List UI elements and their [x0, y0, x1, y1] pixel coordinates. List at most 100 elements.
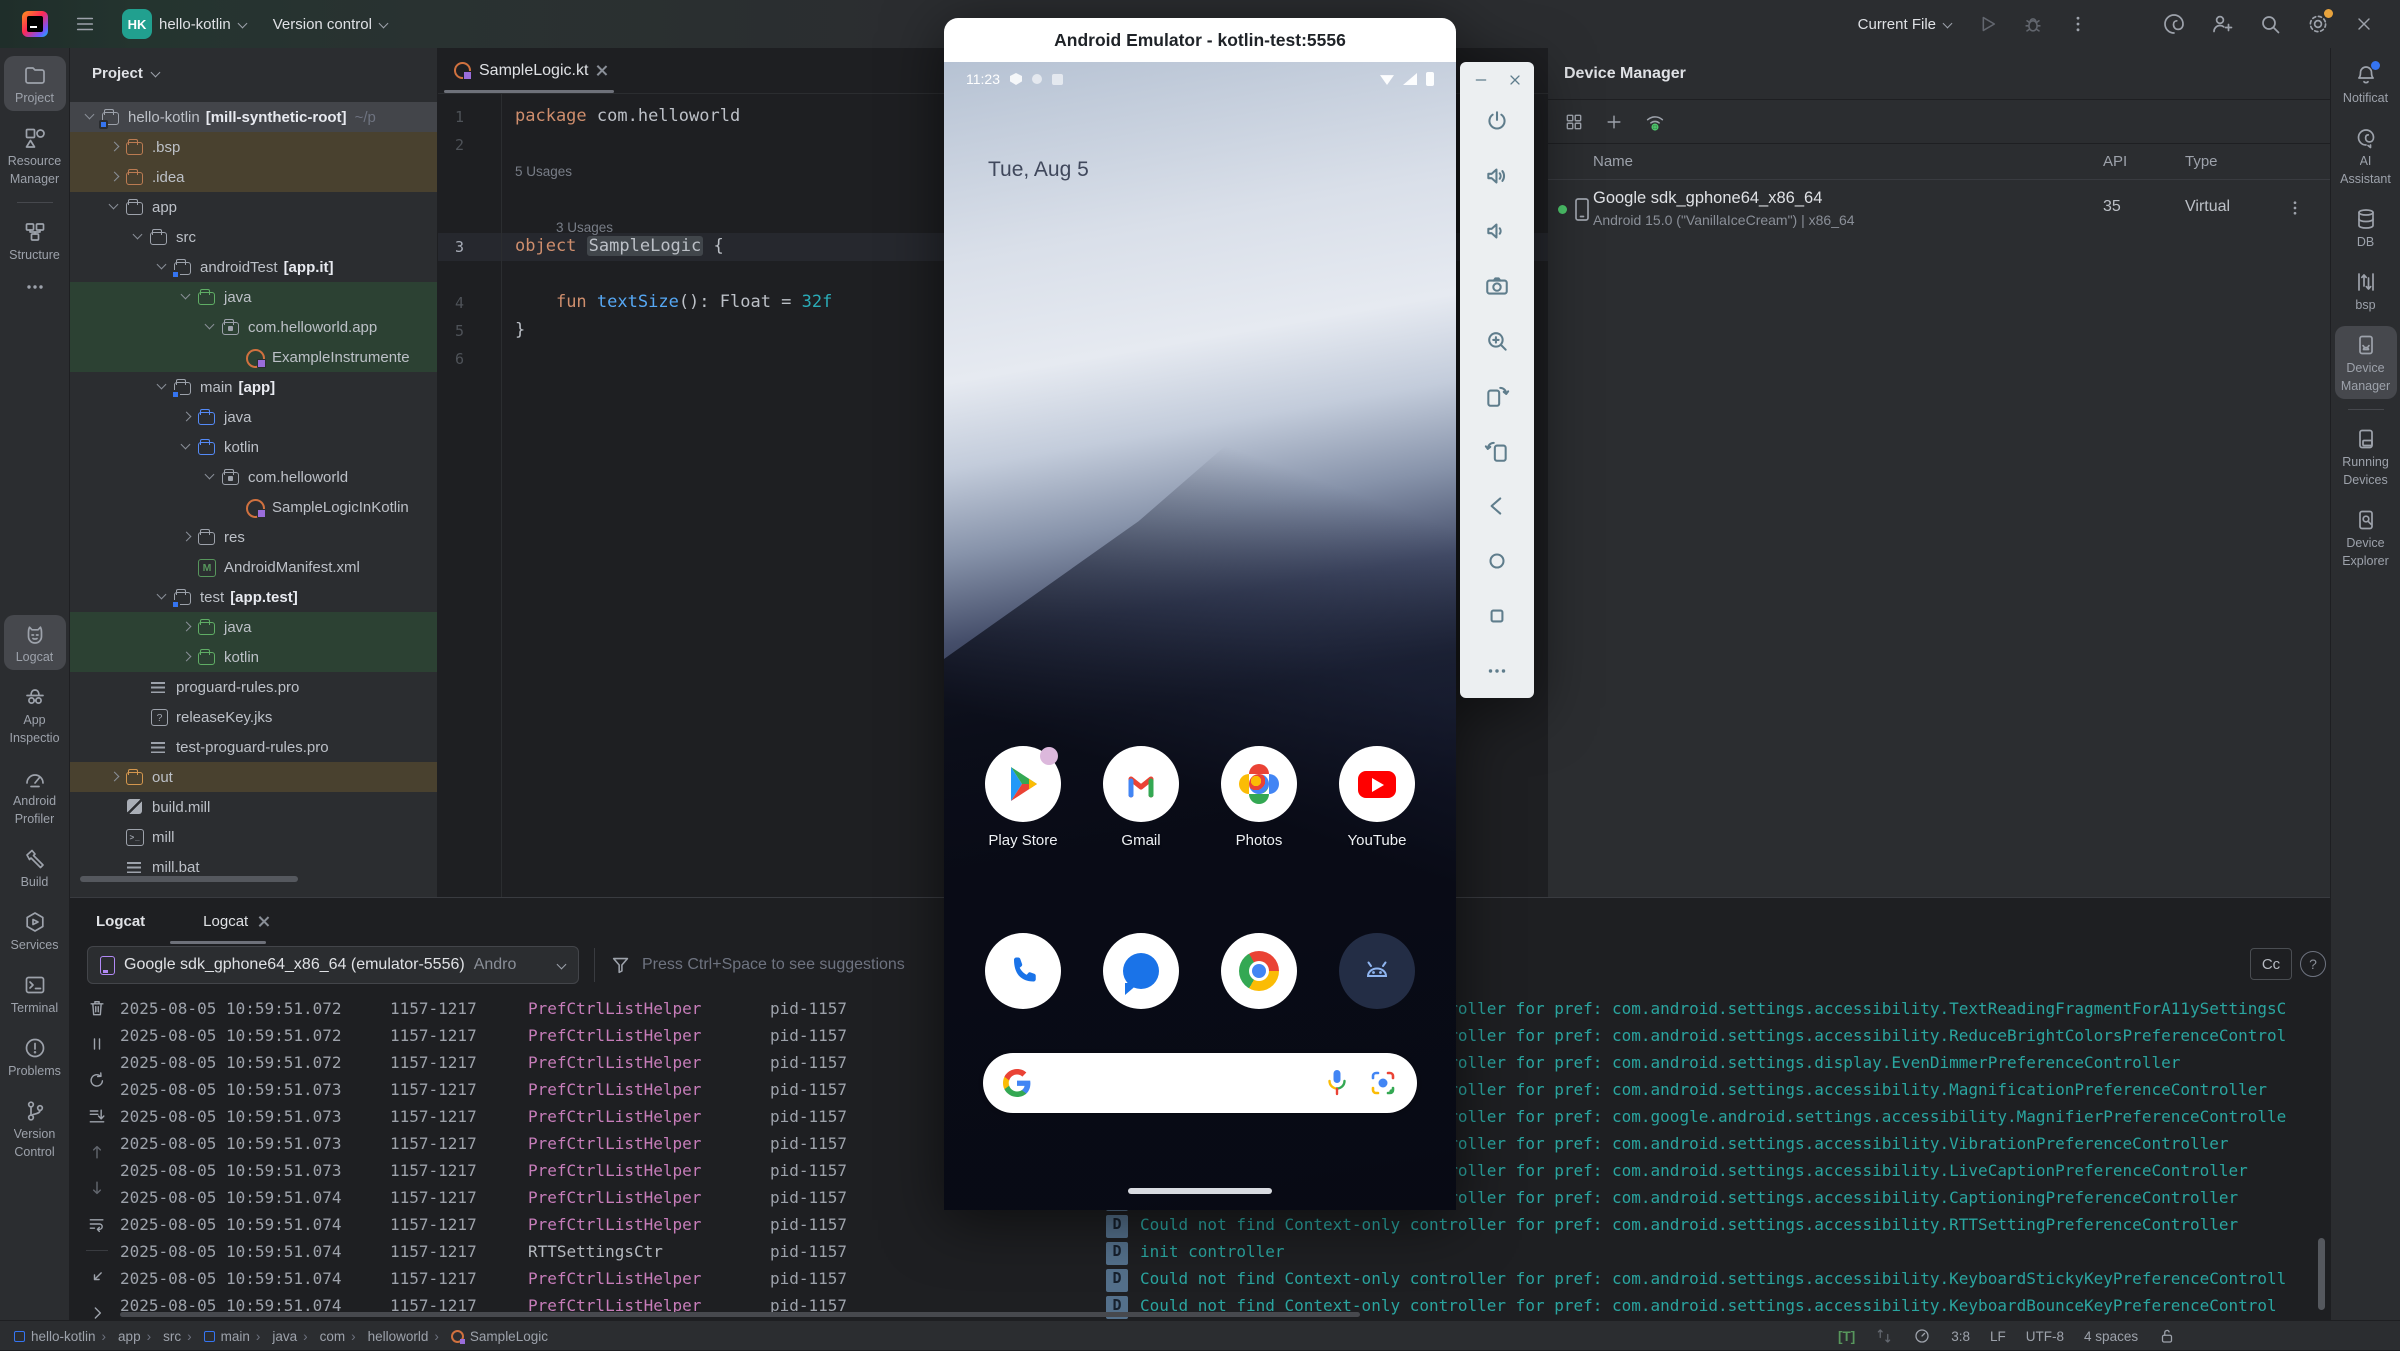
close-tab-icon[interactable] [258, 916, 269, 927]
sidebar-item-ai-assistant[interactable]: AI Assistant [2335, 119, 2397, 192]
screenshot-camera-button[interactable] [1484, 273, 1510, 299]
tree-chevron-icon[interactable] [178, 528, 196, 546]
tree-chevron-icon[interactable] [154, 258, 172, 276]
usages-inlay-hint[interactable]: 3 Usages [556, 220, 613, 235]
help-button[interactable]: ? [2300, 951, 2326, 977]
power-button[interactable] [1484, 108, 1510, 134]
volume-up-button[interactable] [1484, 163, 1510, 189]
tree-chevron-icon[interactable] [178, 558, 196, 576]
tree-chevron-icon[interactable] [226, 348, 244, 366]
tree-row[interactable]: java [70, 282, 438, 312]
performance-gauge-icon[interactable] [1913, 1327, 1931, 1345]
breadcrumb-item[interactable]: java [256, 1329, 297, 1344]
project-horizontal-scrollbar[interactable] [80, 876, 298, 882]
logcat-device-selector[interactable]: Google sdk_gphone64_x86_64 (emulator-555… [87, 946, 579, 984]
home-date-widget[interactable]: Tue, Aug 5 [988, 158, 1089, 182]
sidebar-item-project[interactable]: Project [4, 56, 66, 111]
search-everywhere-button[interactable] [2258, 12, 2282, 36]
breadcrumb-item[interactable]: SampleLogic [434, 1329, 548, 1344]
logcat-search-input[interactable]: Press Ctrl+Space to see suggestions [642, 956, 905, 974]
pair-wifi-device-button[interactable] [1644, 111, 1666, 133]
tree-chevron-icon[interactable] [130, 708, 148, 726]
sidebar-item-build[interactable]: Build [4, 840, 66, 895]
tree-row[interactable]: com.helloworld.app [70, 312, 438, 342]
sidebar-item-structure[interactable]: Structure [4, 213, 66, 268]
run-button[interactable] [1976, 13, 1998, 35]
indent-indicator[interactable]: 4 spaces [2084, 1329, 2138, 1344]
tree-row[interactable]: proguard-rules.pro [70, 672, 438, 702]
caret-position[interactable]: 3:8 [1951, 1329, 1970, 1344]
emulator-close-button[interactable] [1507, 72, 1523, 88]
app-play-store[interactable]: Play Store [985, 746, 1061, 849]
sidebar-item-running-devices[interactable]: Running Devices [2335, 420, 2397, 493]
tree-chevron-icon[interactable] [106, 858, 124, 876]
tree-chevron-icon[interactable] [130, 228, 148, 246]
sidebar-item-problems[interactable]: Problems [4, 1029, 66, 1084]
code-line-5[interactable]: } [515, 320, 525, 340]
ai-assistant-button[interactable] [2162, 12, 2186, 36]
add-user-button[interactable] [2210, 12, 2234, 36]
breadcrumb-item[interactable]: src [147, 1329, 182, 1344]
overview-button[interactable] [1484, 603, 1510, 629]
tree-chevron-icon[interactable] [106, 168, 124, 186]
sidebar-item-terminal[interactable]: Terminal [4, 966, 66, 1021]
breadcrumb-item[interactable]: hello-kotlin [14, 1329, 96, 1344]
rotate-left-button[interactable] [1484, 383, 1510, 409]
tree-row[interactable]: src [70, 222, 438, 252]
sidebar-item-device-explorer[interactable]: Device Explorer [2335, 501, 2397, 574]
tab-samplelogic[interactable]: SampleLogic.kt [438, 48, 623, 93]
dock-phone[interactable] [985, 933, 1061, 1009]
tree-chevron-icon[interactable] [178, 648, 196, 666]
home-indicator-bar[interactable] [1128, 1188, 1272, 1194]
breadcrumb-item[interactable]: helloworld [351, 1329, 428, 1344]
logcat-row[interactable]: 2025-08-05 10:59:51.074 1157-1217 PrefCt… [70, 1212, 2330, 1239]
emulator-minimize-button[interactable] [1473, 72, 1489, 88]
google-search-bar[interactable] [983, 1053, 1417, 1113]
tree-row[interactable]: res [70, 522, 438, 552]
tree-row[interactable]: androidTest [app.it] [70, 252, 438, 282]
sidebar-item-services[interactable]: Services [4, 903, 66, 958]
encoding-indicator[interactable]: UTF-8 [2026, 1329, 2064, 1344]
home-button[interactable] [1484, 548, 1510, 574]
hamburger-menu-button[interactable] [74, 13, 96, 35]
tree-row[interactable]: mill [70, 822, 438, 852]
sync-status-icon[interactable] [1875, 1327, 1893, 1345]
vcs-menu-button[interactable]: Version control [273, 16, 388, 33]
device-row[interactable]: Google sdk_gphone64_x86_64 Android 15.0 … [1548, 180, 2330, 238]
add-device-button[interactable] [1604, 112, 1624, 132]
back-button[interactable] [1484, 493, 1510, 519]
emulator-title-bar[interactable]: Android Emulator - kotlin-test:5556 [944, 18, 1456, 62]
tree-row[interactable]: SampleLogicInKotlin [70, 492, 438, 522]
logcat-vertical-scrollbar[interactable] [2318, 1238, 2325, 1310]
tree-chevron-icon[interactable] [106, 198, 124, 216]
voice-search-mic-icon[interactable] [1325, 1068, 1349, 1098]
tree-row[interactable]: test [app.test] [70, 582, 438, 612]
tree-row[interactable]: test-proguard-rules.pro [70, 732, 438, 762]
tree-row[interactable]: .bsp [70, 132, 438, 162]
tree-row[interactable]: ExampleInstrumente [70, 342, 438, 372]
zoom-button[interactable] [1484, 328, 1510, 354]
tree-chevron-icon[interactable] [154, 378, 172, 396]
tree-chevron-icon[interactable] [202, 318, 220, 336]
tree-chevron-icon[interactable] [82, 108, 100, 126]
breadcrumb-item[interactable]: app [102, 1329, 141, 1344]
tree-chevron-icon[interactable] [130, 738, 148, 756]
project-switcher[interactable]: HK hello-kotlin [122, 9, 247, 39]
sidebar-item-app-inspection[interactable]: App Inspectio [4, 678, 66, 751]
app-photos[interactable]: Photos [1221, 746, 1297, 849]
settings-button[interactable] [2306, 12, 2330, 36]
tree-chevron-icon[interactable] [178, 618, 196, 636]
breadcrumb-item[interactable]: com [303, 1329, 345, 1344]
device-grid-view-button[interactable] [1564, 112, 1584, 132]
tree-row[interactable]: build.mill [70, 792, 438, 822]
more-tool-windows-button[interactable] [4, 268, 66, 305]
dock-messages[interactable] [1103, 933, 1179, 1009]
tree-chevron-icon[interactable] [202, 468, 220, 486]
app-gmail[interactable]: Gmail [1103, 746, 1179, 849]
tree-row[interactable]: com.helloworld [70, 462, 438, 492]
usages-inlay-hint[interactable]: 5 Usages [515, 164, 572, 179]
rotate-right-button[interactable] [1484, 438, 1510, 464]
code-line-4[interactable]: fun textSize(): Float = 32f [515, 292, 832, 312]
logcat-row[interactable]: 2025-08-05 10:59:51.074 1157-1217 RTTSet… [70, 1239, 2330, 1266]
tree-chevron-icon[interactable] [226, 498, 244, 516]
